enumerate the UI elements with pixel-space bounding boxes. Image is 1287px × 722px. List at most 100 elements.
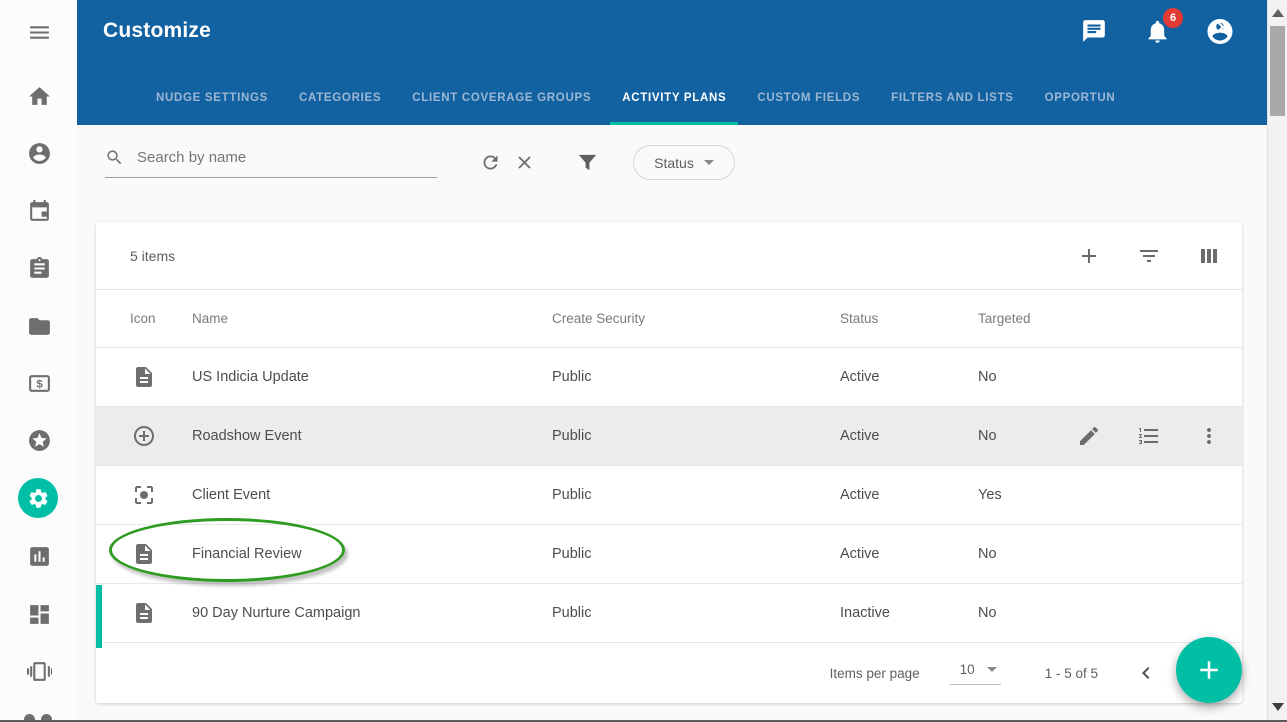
chevron-right-icon[interactable]: [1207, 14, 1233, 40]
col-status: Status: [840, 311, 978, 326]
row-targeted: No: [978, 369, 1066, 385]
row-actions: [1066, 424, 1242, 448]
card-toolbar: 5 items: [96, 222, 1242, 290]
filter-funnel-icon[interactable]: [576, 151, 597, 172]
items-count: 5 items: [130, 248, 175, 264]
row-status: Active: [840, 369, 978, 385]
row-status: Active: [840, 546, 978, 562]
add-circle-icon: [132, 424, 156, 448]
previous-page-icon[interactable]: [1134, 661, 1158, 685]
row-name: 90 Day Nurture Campaign: [192, 605, 552, 621]
document-icon: [132, 365, 156, 389]
page-title: Customize: [103, 19, 211, 43]
row-name: Financial Review: [192, 546, 552, 562]
favorites-star-icon[interactable]: [26, 427, 52, 453]
app-bar: Customize 6 NUDGE SETTINGS CATEGORIES CL…: [77, 0, 1267, 125]
tab-client-coverage-groups[interactable]: CLIENT COVERAGE GROUPS: [400, 70, 603, 125]
tab-nudge-settings[interactable]: NUDGE SETTINGS: [144, 70, 280, 125]
add-icon[interactable]: [1077, 244, 1101, 268]
table-row[interactable]: 90 Day Nurture Campaign Public Inactive …: [96, 584, 1242, 643]
row-status: Active: [840, 428, 978, 444]
account-icon[interactable]: [26, 140, 52, 166]
search-field: [105, 138, 437, 178]
scroll-down-arrow-icon[interactable]: [1272, 703, 1284, 711]
table-row[interactable]: Financial Review Public Active No: [96, 525, 1242, 584]
document-icon: [132, 542, 156, 566]
toolbar-icons: [1077, 222, 1221, 289]
search-input[interactable]: [137, 149, 437, 166]
scrollbar-thumb[interactable]: [1270, 26, 1285, 116]
row-targeted: Yes: [978, 487, 1066, 503]
col-targeted: Targeted: [978, 311, 1066, 326]
table-row[interactable]: Roadshow Event Public Active No: [96, 407, 1242, 466]
pagination-bar: Items per page 10 1 - 5 of 5: [96, 643, 1242, 703]
refresh-icon[interactable]: [480, 152, 501, 173]
row-targeted: No: [978, 605, 1066, 621]
edit-pencil-icon[interactable]: [1077, 424, 1101, 448]
tab-bar: NUDGE SETTINGS CATEGORIES CLIENT COVERAG…: [77, 70, 1267, 125]
row-accent-bar: [96, 585, 102, 648]
row-name: Client Event: [192, 487, 552, 503]
tasks-clipboard-icon[interactable]: [26, 255, 52, 281]
activity-plans-card: 5 items Icon Nam: [96, 222, 1242, 703]
chevron-down-icon: [987, 667, 997, 672]
columns-icon[interactable]: [1197, 244, 1221, 268]
col-create-security: Create Security: [552, 311, 840, 326]
mobile-vibrate-icon[interactable]: [26, 658, 52, 684]
row-targeted: No: [978, 428, 1066, 444]
row-create-security: Public: [552, 487, 840, 503]
settings-gear-icon-active[interactable]: [18, 478, 58, 518]
row-create-security: Public: [552, 546, 840, 562]
sort-icon[interactable]: [1137, 244, 1161, 268]
chat-icon[interactable]: [1079, 16, 1109, 46]
table-row[interactable]: Client Event Public Active Yes: [96, 466, 1242, 525]
page-range-label: 1 - 5 of 5: [1045, 666, 1098, 681]
row-status: Inactive: [840, 605, 978, 621]
clear-search-icon[interactable]: [514, 152, 535, 173]
row-create-security: Public: [552, 428, 840, 444]
plus-icon: [1194, 655, 1224, 685]
tab-categories[interactable]: CATEGORIES: [287, 70, 393, 125]
vertical-scrollbar[interactable]: [1267, 0, 1287, 722]
home-icon[interactable]: [26, 83, 52, 109]
app-window: $ Customize: [0, 0, 1287, 722]
table-row[interactable]: US Indicia Update Public Active No: [96, 348, 1242, 407]
main-area: Customize 6 NUDGE SETTINGS CATEGORIES CL…: [77, 0, 1267, 722]
add-fab-button[interactable]: [1176, 637, 1242, 703]
dashboard-icon[interactable]: [26, 601, 52, 627]
notification-badge: 6: [1163, 8, 1183, 28]
row-name: Roadshow Event: [192, 428, 552, 444]
row-create-security: Public: [552, 605, 840, 621]
currency-icon[interactable]: $: [26, 370, 52, 396]
folder-icon[interactable]: [26, 313, 52, 339]
sidebar: $: [0, 0, 77, 722]
notifications-bell-icon[interactable]: 6: [1142, 16, 1172, 46]
status-filter-chip[interactable]: Status: [633, 145, 735, 180]
tab-opportunities-truncated[interactable]: OPPORTUN: [1033, 70, 1128, 125]
page-size-select[interactable]: 10: [950, 662, 1001, 685]
reorder-list-icon[interactable]: [1137, 424, 1161, 448]
tab-custom-fields[interactable]: CUSTOM FIELDS: [745, 70, 872, 125]
col-name: Name: [192, 311, 552, 326]
tab-activity-plans[interactable]: ACTIVITY PLANS: [610, 70, 738, 125]
items-per-page-label: Items per page: [830, 666, 920, 681]
page-size-value: 10: [960, 662, 975, 677]
row-name: US Indicia Update: [192, 369, 552, 385]
content-area: Status 5 items: [77, 125, 1267, 722]
document-icon: [132, 601, 156, 625]
tab-filters-and-lists[interactable]: FILTERS AND LISTS: [879, 70, 1025, 125]
reports-chart-icon[interactable]: [26, 543, 52, 569]
table-header-row: Icon Name Create Security Status Targete…: [96, 290, 1242, 348]
more-vert-icon[interactable]: [1197, 424, 1221, 448]
scroll-up-arrow-icon[interactable]: [1272, 9, 1284, 17]
center-focus-icon: [132, 483, 156, 507]
col-icon: Icon: [130, 311, 192, 326]
search-icon: [105, 148, 124, 167]
menu-icon[interactable]: [26, 19, 52, 45]
row-status: Active: [840, 487, 978, 503]
svg-text:$: $: [36, 378, 43, 390]
row-targeted: No: [978, 546, 1066, 562]
chevron-down-icon: [704, 160, 714, 165]
row-create-security: Public: [552, 369, 840, 385]
calendar-icon[interactable]: [26, 198, 52, 224]
